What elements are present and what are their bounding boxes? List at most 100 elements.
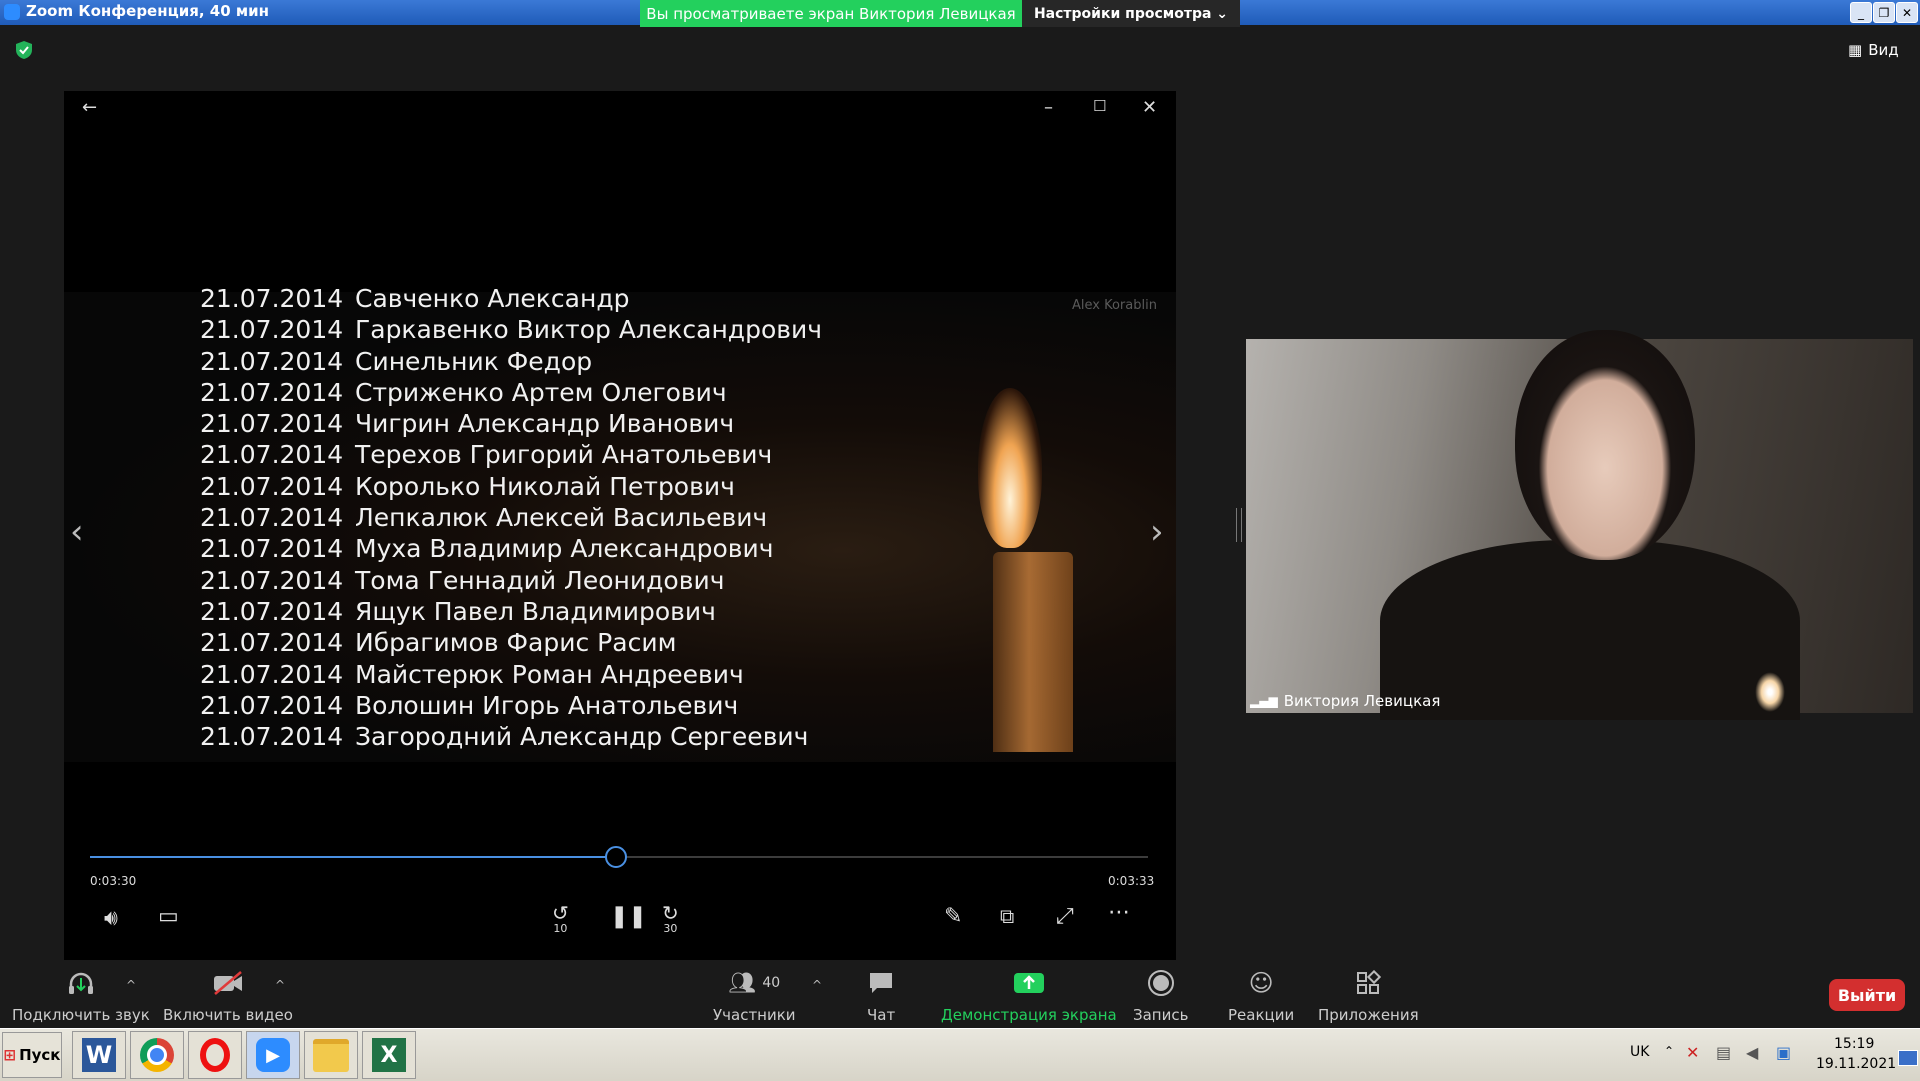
network-error-icon[interactable]: ✕ [1686,1043,1699,1062]
mini-player-icon[interactable]: ⧉ [1000,904,1014,928]
chat-label: Чат [867,1006,896,1024]
participant-name: Виктория Левицкая [1283,692,1441,710]
video-off-icon [211,968,245,998]
folder-icon [313,1038,349,1072]
speaker-icon[interactable]: ◀ [1746,1043,1758,1062]
name-row: 21.07.2014 Гаркавенко Виктор Александрови… [200,315,822,346]
row-name: Савченко Александр [355,284,630,313]
show-desktop-icon[interactable] [1898,1050,1918,1066]
row-name: Гаркавенко Виктор Александрович [355,315,823,345]
row-name: Лепкалюк Алексей Васильевич [355,503,768,533]
view-layout-button[interactable]: ▦ Вид [1848,38,1910,62]
name-row: 21.07.2014 Ибрагимов Фарис Расим [200,628,822,659]
player-close-icon[interactable]: ✕ [1142,97,1157,118]
pause-icon[interactable]: ❚❚ [610,904,647,929]
participants-options-caret[interactable]: ^ [812,978,822,992]
skip-back-label: 10 [553,922,568,935]
current-time: 0:03:30 [90,874,137,888]
video-options-caret[interactable]: ^ [275,978,285,992]
people-icon: 👥︎ [728,970,757,996]
start-button[interactable]: ⊞ Пуск [2,1032,62,1078]
close-icon[interactable]: ✕ [1896,2,1918,23]
row-date: 21.07.2014 [200,471,344,501]
record-button[interactable]: Запись [1133,968,1188,1024]
participant-label: ▂▄▆ Виктория Левицкая [1246,690,1450,712]
window-title: Zoom Конференция, 40 мин [26,2,270,20]
taskbar-opera[interactable] [188,1031,242,1079]
apps-icon [1355,968,1382,998]
smiley-icon: ☺︎ [1248,969,1274,997]
player-maximize-icon[interactable]: ☐ [1093,97,1106,115]
clock-time[interactable]: 15:19 [1834,1036,1874,1052]
row-name: Ибрагимов Фарис Расим [355,628,677,658]
name-row: 21.07.2014 Волошин Игорь Анатольевич [200,691,822,722]
view-options-dropdown[interactable]: Настройки просмотра ⌄ [1022,0,1240,27]
fullscreen-icon[interactable]: ⤢ [1056,904,1074,929]
row-date: 21.07.2014 [200,722,344,752]
windows-logo-icon: ⊞ [3,1046,17,1064]
next-arrow-icon[interactable]: › [1150,512,1164,552]
taskbar-chrome[interactable] [130,1031,184,1079]
row-date: 21.07.2014 [200,690,344,720]
taskbar-word[interactable]: W [72,1031,126,1079]
skip-forward-button[interactable]: ↻ 30 [662,903,679,935]
row-name: Тома Геннадий Леонидович [355,565,725,595]
grid-icon: ▦ [1848,41,1863,59]
leave-meeting-button[interactable]: Выйти [1829,979,1905,1011]
name-row: 21.07.2014 Загородний Александр Сергеевич [200,722,822,753]
apps-button[interactable]: Приложения [1318,968,1419,1024]
start-video-button[interactable]: Включить видео [163,968,293,1024]
language-indicator[interactable]: UK [1630,1044,1649,1060]
row-date: 21.07.2014 [200,440,344,470]
taskbar-zoom[interactable]: ▶ [246,1031,300,1079]
name-row: 21.07.2014 Королько Николай Петрович [200,472,822,503]
name-row: 21.07.2014 Ящук Павел Владимирович [200,597,822,628]
panel-resize-handle[interactable] [1236,508,1242,542]
clock-date[interactable]: 19.11.2021 [1816,1056,1896,1072]
app-tray-icon[interactable]: ▣ [1776,1043,1791,1062]
start-label: Пуск [19,1046,61,1064]
participants-label: Участники [713,1006,796,1024]
security-shield-icon[interactable] [14,40,34,60]
audio-options-caret[interactable]: ^ [126,978,136,992]
chat-button[interactable]: Чат [867,968,895,1024]
pencil-icon[interactable]: ✎ [944,904,962,929]
row-date: 21.07.2014 [200,503,344,533]
join-audio-button[interactable]: Подключить звук [12,968,150,1024]
participants-icon-group: 👥︎ 40 [728,968,780,998]
player-minimize-icon[interactable]: – [1044,97,1053,118]
candle-flame [978,388,1042,548]
subtitles-icon[interactable]: ▭ [158,904,179,929]
row-name: Муха Владимир Александрович [355,534,774,564]
minimize-icon[interactable]: _ [1850,2,1872,23]
join-audio-label: Подключить звук [12,1006,150,1024]
printer-icon[interactable]: ▤ [1716,1043,1731,1062]
reactions-button[interactable]: ☺︎ Реакции [1228,968,1294,1024]
more-options-icon[interactable]: ⋯ [1108,900,1130,925]
taskbar-explorer[interactable] [304,1031,358,1079]
total-time: 0:03:33 [1108,874,1155,888]
restore-icon[interactable]: ❐ [1873,2,1895,23]
row-name: Чигрин Александр Иванович [355,409,735,439]
row-name: Ящук Павел Владимирович [355,596,716,626]
apps-label: Приложения [1318,1006,1419,1024]
share-screen-button[interactable]: Демонстрация экрана [941,968,1117,1024]
volume-icon[interactable]: 🔊︎ [104,906,118,931]
prev-arrow-icon[interactable]: ‹ [70,512,84,552]
back-arrow-icon[interactable]: ← [82,97,97,118]
row-date: 21.07.2014 [200,596,344,626]
video-watermark: Alex Korablin [1072,298,1157,313]
rewind-icon: ↺ [552,901,569,925]
seek-handle[interactable] [604,846,627,868]
tray-expand-icon[interactable]: ⌃ [1664,1044,1674,1058]
name-row: 21.07.2014 Синельник Федор [200,347,822,378]
record-icon [1147,968,1175,998]
start-video-label: Включить видео [163,1006,293,1024]
taskbar-excel[interactable]: X [362,1031,416,1079]
name-row: 21.07.2014 Муха Владимир Александрович [200,534,822,565]
name-row: 21.07.2014 Терехов Григорий Анатольевич [200,440,822,471]
chat-icon [867,968,895,998]
skip-back-button[interactable]: ↺ 10 [552,901,569,935]
name-row: 21.07.2014 Чигрин Александр Иванович [200,409,822,440]
participants-button[interactable]: 👥︎ 40 Участники [713,968,796,1025]
